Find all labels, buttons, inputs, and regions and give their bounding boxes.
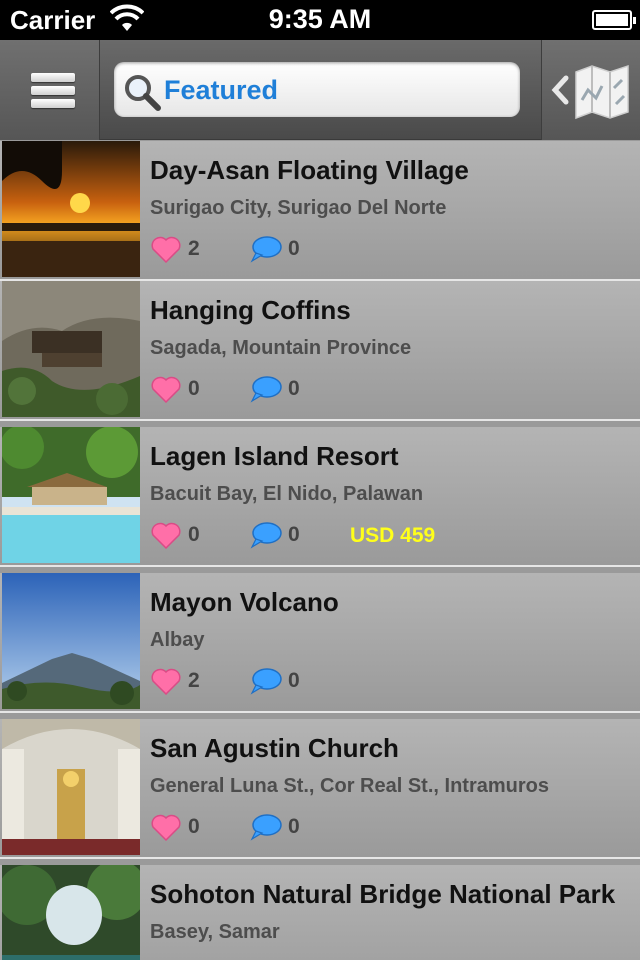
map-button[interactable] [541, 40, 640, 140]
comment-bubble-icon [250, 814, 282, 841]
list-item[interactable]: Sohoton Natural Bridge National Park Bas… [0, 865, 640, 960]
likes-count[interactable]: 2 [150, 233, 200, 265]
place-location: Albay [150, 629, 205, 651]
chevron-left-icon [551, 75, 569, 105]
navigation-bar [0, 40, 640, 140]
place-thumbnail [2, 719, 140, 855]
heart-icon [151, 236, 181, 263]
place-location: General Luna St., Cor Real St., Intramur… [150, 775, 549, 797]
comments-count[interactable]: 0 [250, 811, 300, 843]
heart-icon [151, 814, 181, 841]
list-item[interactable]: San Agustin Church General Luna St., Cor… [0, 719, 640, 859]
clock: 9:35 AM [268, 4, 372, 34]
heart-icon [151, 668, 181, 695]
place-location: Basey, Samar [150, 921, 280, 943]
comment-bubble-icon [250, 668, 282, 695]
place-thumbnail [2, 281, 140, 417]
heart-icon [151, 376, 181, 403]
list-item[interactable]: Day-Asan Floating Village Surigao City, … [0, 141, 640, 281]
place-thumbnail [2, 865, 140, 960]
status-bar: Carrier 9:35 AM [0, 0, 640, 40]
place-title: Mayon Volcano [150, 587, 339, 617]
comments-count-value: 0 [288, 523, 300, 546]
likes-count[interactable]: 0 [150, 811, 200, 843]
likes-count-value: 2 [188, 669, 200, 692]
comments-count[interactable]: 0 [250, 519, 300, 551]
likes-count[interactable]: 2 [150, 665, 200, 697]
magnifier-icon [125, 75, 161, 111]
likes-count-value: 0 [188, 377, 200, 400]
likes-count[interactable]: 0 [150, 519, 200, 551]
menu-button[interactable] [0, 40, 100, 140]
folded-map-icon [575, 64, 629, 120]
comments-count[interactable]: 0 [250, 665, 300, 697]
place-title: Sohoton Natural Bridge National Park [150, 879, 616, 909]
place-title: Hanging Coffins [150, 295, 351, 325]
place-title: Day-Asan Floating Village [150, 155, 469, 185]
comment-bubble-icon [250, 522, 282, 549]
place-location: Sagada, Mountain Province [150, 337, 412, 359]
place-title: San Agustin Church [150, 733, 399, 763]
place-location: Surigao City, Surigao Del Norte [150, 197, 447, 219]
likes-count-value: 2 [188, 237, 200, 260]
comment-bubble-icon [250, 236, 282, 263]
comments-count[interactable]: 0 [250, 233, 300, 265]
likes-count-value: 0 [188, 815, 200, 838]
comments-count[interactable]: 0 [250, 373, 300, 405]
place-thumbnail [2, 573, 140, 709]
price-label: USD 459 [350, 524, 436, 547]
place-location: Bacuit Bay, El Nido, Palawan [150, 483, 424, 505]
place-thumbnail [2, 427, 140, 563]
place-thumbnail [2, 141, 140, 277]
place-title: Lagen Island Resort [150, 441, 399, 471]
comments-count-value: 0 [288, 669, 300, 692]
list-item[interactable]: Mayon Volcano Albay 2 0 [0, 573, 640, 713]
comment-bubble-icon [250, 376, 282, 403]
likes-count[interactable]: 0 [150, 373, 200, 405]
list-item[interactable]: Hanging Coffins Sagada, Mountain Provinc… [0, 281, 640, 421]
search-box[interactable] [114, 62, 520, 117]
comments-count-value: 0 [288, 377, 300, 400]
battery-icon [592, 10, 636, 30]
comments-count-value: 0 [288, 237, 300, 260]
heart-icon [151, 522, 181, 549]
search-input[interactable] [164, 70, 504, 110]
list-item[interactable]: Lagen Island Resort Bacuit Bay, El Nido,… [0, 427, 640, 567]
likes-count-value: 0 [188, 523, 200, 546]
comments-count-value: 0 [288, 815, 300, 838]
